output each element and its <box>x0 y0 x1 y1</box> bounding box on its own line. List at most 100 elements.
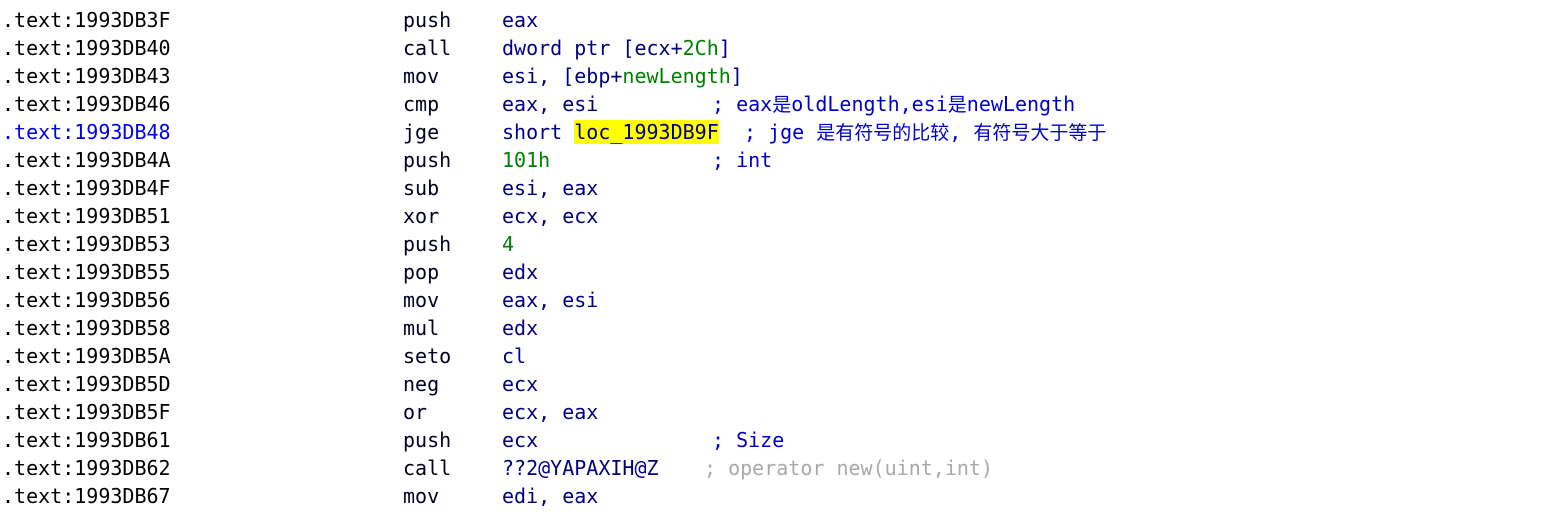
mnemonic-cell[interactable]: or <box>403 398 502 426</box>
operand-token: esi, [ebp+ <box>502 64 623 88</box>
disassembly-line[interactable]: .text:1993DB48 jge short loc_1993DB9F ; jge… <box>0 118 1544 146</box>
operand-cell[interactable]: edx <box>502 258 538 286</box>
disassembly-line[interactable]: .text:1993DB58 mul edx <box>0 314 1544 342</box>
address-cell[interactable]: .text:1993DB4F <box>0 174 403 202</box>
mnemonic-cell[interactable]: call <box>403 34 502 62</box>
disassembly-line[interactable]: .text:1993DB51 xor ecx, ecx <box>0 202 1544 230</box>
user-comment[interactable]: ; Size <box>712 426 784 454</box>
operand-cell[interactable]: eax, esi <box>502 286 598 314</box>
operand-token: ecx <box>502 372 539 396</box>
operand-cell[interactable]: short loc_1993DB9F <box>502 118 719 146</box>
disassembly-line[interactable]: .text:1993DB4A push 101h ; int <box>0 146 1544 174</box>
disassembly-line[interactable]: .text:1993DB53 push 4 <box>0 230 1544 258</box>
mnemonic-cell[interactable]: sub <box>403 174 502 202</box>
operand-token: ecx <box>502 428 539 452</box>
address-cell[interactable]: .text:1993DB4A <box>0 146 403 174</box>
disassembly-line[interactable]: .text:1993DB5D neg ecx <box>0 370 1544 398</box>
mnemonic-cell[interactable]: mov <box>403 482 502 510</box>
highlighted-label-reference[interactable]: loc_1993DB9F <box>574 120 719 144</box>
mnemonic-cell[interactable]: push <box>403 6 502 34</box>
mnemonic-cell[interactable]: cmp <box>403 90 502 118</box>
operand-cell[interactable]: edi, eax <box>502 482 598 510</box>
address-cell[interactable]: .text:1993DB5A <box>0 342 403 370</box>
address-cell[interactable]: .text:1993DB5F <box>0 398 403 426</box>
user-comment[interactable]: ; eax是oldLength,esi是newLength <box>712 90 1075 119</box>
operand-cell[interactable]: edx <box>502 314 538 342</box>
operand-cell[interactable]: ??2@YAPAXIH@Z <box>502 454 659 482</box>
disassembly-line[interactable]: .text:1993DB56 mov eax, esi <box>0 286 1544 314</box>
address-cell[interactable]: .text:1993DB55 <box>0 258 403 286</box>
disassembly-line[interactable]: .text:1993DB62 call ??2@YAPAXIH@Z ; operato… <box>0 454 1544 482</box>
mnemonic-cell[interactable]: neg <box>403 370 502 398</box>
comment-cjk-run: 是 <box>947 94 967 116</box>
mnemonic-cell[interactable]: mov <box>403 62 502 90</box>
address-cell[interactable]: .text:1993DB56 <box>0 286 403 314</box>
disassembly-line[interactable]: .text:1993DB46 cmp eax, esi ; eax是oldLength… <box>0 90 1544 118</box>
disassembly-line[interactable]: .text:1993DB40 call dword ptr [ecx+2Ch] <box>0 34 1544 62</box>
operand-token: eax, esi <box>502 92 599 116</box>
operand-token: ecx, eax <box>502 400 599 424</box>
operand-token: ecx, ecx <box>502 204 599 228</box>
operand-cell[interactable]: eax, esi <box>502 90 598 118</box>
mnemonic-cell[interactable]: jge <box>403 118 502 146</box>
disassembly-line[interactable]: .text:1993DB3F push eax <box>0 6 1544 34</box>
operand-token: 4 <box>502 232 515 256</box>
operand-cell[interactable]: ecx <box>502 426 538 454</box>
operand-token: eax, esi <box>502 288 599 312</box>
address-cell[interactable]: .text:1993DB51 <box>0 202 403 230</box>
address-cell[interactable]: .text:1993DB3F <box>0 6 403 34</box>
user-comment[interactable]: ; int <box>712 146 772 174</box>
address-cell[interactable]: .text:1993DB5D <box>0 370 403 398</box>
operand-cell[interactable]: ecx <box>502 370 538 398</box>
address-cell[interactable]: .text:1993DB46 <box>0 90 403 118</box>
operand-cell[interactable]: ecx, eax <box>502 398 598 426</box>
address-cell[interactable]: .text:1993DB61 <box>0 426 403 454</box>
disassembly-line[interactable]: .text:1993DB61 push ecx ; Size <box>0 426 1544 454</box>
operand-token: newLength <box>622 64 731 88</box>
address-cell[interactable]: .text:1993DB62 <box>0 454 403 482</box>
operand-cell[interactable]: eax <box>502 6 538 34</box>
comment-cjk-run: 是 <box>772 94 792 116</box>
disassembly-line[interactable]: .text:1993DB5F or ecx, eax <box>0 398 1544 426</box>
auto-comment[interactable]: ; operator new(uint,int) <box>704 454 993 482</box>
operand-token: ??2@YAPAXIH@Z <box>502 456 659 480</box>
disassembly-line[interactable]: .text:1993DB4F sub esi, eax <box>0 174 1544 202</box>
operand-cell[interactable]: esi, eax <box>502 174 598 202</box>
mnemonic-cell[interactable]: xor <box>403 202 502 230</box>
operand-cell[interactable]: ecx, ecx <box>502 202 598 230</box>
mnemonic-cell[interactable]: mov <box>403 286 502 314</box>
mnemonic-cell[interactable]: call <box>403 454 502 482</box>
mnemonic-cell[interactable]: push <box>403 426 502 454</box>
address-cell[interactable]: .text:1993DB53 <box>0 230 403 258</box>
operand-cell[interactable]: 4 <box>502 230 514 258</box>
address-cell[interactable]: .text:1993DB58 <box>0 314 403 342</box>
operand-token: edi, eax <box>502 484 599 508</box>
address-cell[interactable]: .text:1993DB48 <box>0 118 403 146</box>
operand-cell[interactable]: cl <box>502 342 526 370</box>
user-comment[interactable]: ; jge 是有符号的比较, 有符号大于等于 <box>744 118 1106 147</box>
operand-cell[interactable]: 101h <box>502 146 550 174</box>
operand-token: eax <box>502 8 539 32</box>
operand-token: dword ptr [ecx+ <box>502 36 683 60</box>
address-cell[interactable]: .text:1993DB40 <box>0 34 403 62</box>
mnemonic-cell[interactable]: mul <box>403 314 502 342</box>
mnemonic-cell[interactable]: pop <box>403 258 502 286</box>
mnemonic-cell[interactable]: seto <box>403 342 502 370</box>
disassembly-line[interactable]: .text:1993DB43 mov esi, [ebp+newLength] <box>0 62 1544 90</box>
operand-token: ] <box>718 36 731 60</box>
address-cell[interactable]: .text:1993DB67 <box>0 482 403 510</box>
operand-token: short <box>502 120 575 144</box>
operand-token: esi, eax <box>502 176 599 200</box>
mnemonic-cell[interactable]: push <box>403 230 502 258</box>
operand-token: 101h <box>502 148 551 172</box>
address-cell[interactable]: .text:1993DB43 <box>0 62 403 90</box>
disassembly-line[interactable]: .text:1993DB55 pop edx <box>0 258 1544 286</box>
operand-cell[interactable]: esi, [ebp+newLength] <box>502 62 743 90</box>
operand-token: cl <box>502 344 527 368</box>
operand-token: edx <box>502 260 539 284</box>
disassembly-line[interactable]: .text:1993DB5A seto cl <box>0 342 1544 370</box>
operand-cell[interactable]: dword ptr [ecx+2Ch] <box>502 34 731 62</box>
disassembly-view[interactable]: .text:1993DB3F push eax .text:1993DB40 call d… <box>0 0 1544 514</box>
disassembly-line[interactable]: .text:1993DB67 mov edi, eax <box>0 482 1544 510</box>
mnemonic-cell[interactable]: push <box>403 146 502 174</box>
